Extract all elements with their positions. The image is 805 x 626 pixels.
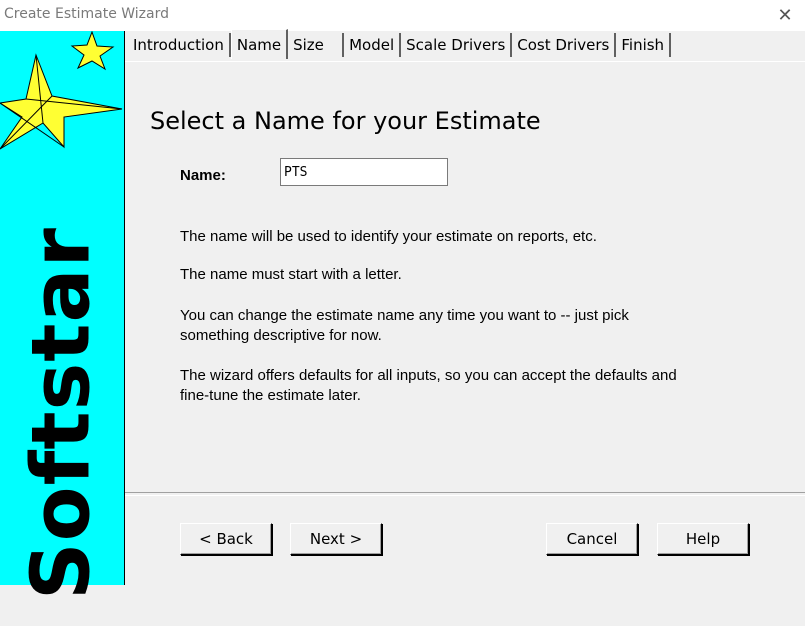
wizard-panel: Introduction Name Size Model Scale Drive… [125, 29, 805, 585]
tab-model[interactable]: Model [344, 33, 402, 57]
tab-cost-drivers[interactable]: Cost Drivers [512, 33, 617, 57]
tab-scale-drivers[interactable]: Scale Drivers [401, 33, 513, 57]
help-text-2: The name must start with a letter. [180, 266, 402, 283]
cancel-button[interactable]: Cancel [546, 523, 638, 555]
title-bar: Create Estimate Wizard ✕ [0, 0, 805, 31]
help-button[interactable]: Help [657, 523, 749, 555]
help-text-1: The name will be used to identify your e… [180, 228, 597, 245]
brand-sidebar: Softstar [0, 31, 125, 600]
estimate-name-input[interactable] [280, 158, 448, 186]
star-logo-icon [0, 31, 123, 150]
brand-logo-text: Softstar [14, 227, 108, 600]
tab-strip: Introduction Name Size Model Scale Drive… [128, 29, 672, 63]
window-title: Create Estimate Wizard [4, 6, 170, 22]
name-label: Name: [180, 167, 226, 184]
tab-size[interactable]: Size [288, 33, 345, 57]
small-star-icon [70, 31, 115, 71]
page-title: Select a Name for your Estimate [150, 107, 541, 135]
help-text-4: The wizard offers defaults for all input… [180, 367, 677, 404]
tab-finish[interactable]: Finish [616, 33, 672, 57]
tab-divider [125, 61, 805, 62]
back-button[interactable]: < Back [180, 523, 272, 555]
tab-introduction[interactable]: Introduction [128, 33, 231, 57]
tab-name[interactable]: Name [230, 29, 289, 59]
large-star-icon [0, 53, 123, 150]
footer-separator [125, 492, 805, 496]
next-button[interactable]: Next > [290, 523, 382, 555]
help-text-3: You can change the estimate name any tim… [180, 307, 629, 344]
close-icon[interactable]: ✕ [773, 3, 797, 27]
